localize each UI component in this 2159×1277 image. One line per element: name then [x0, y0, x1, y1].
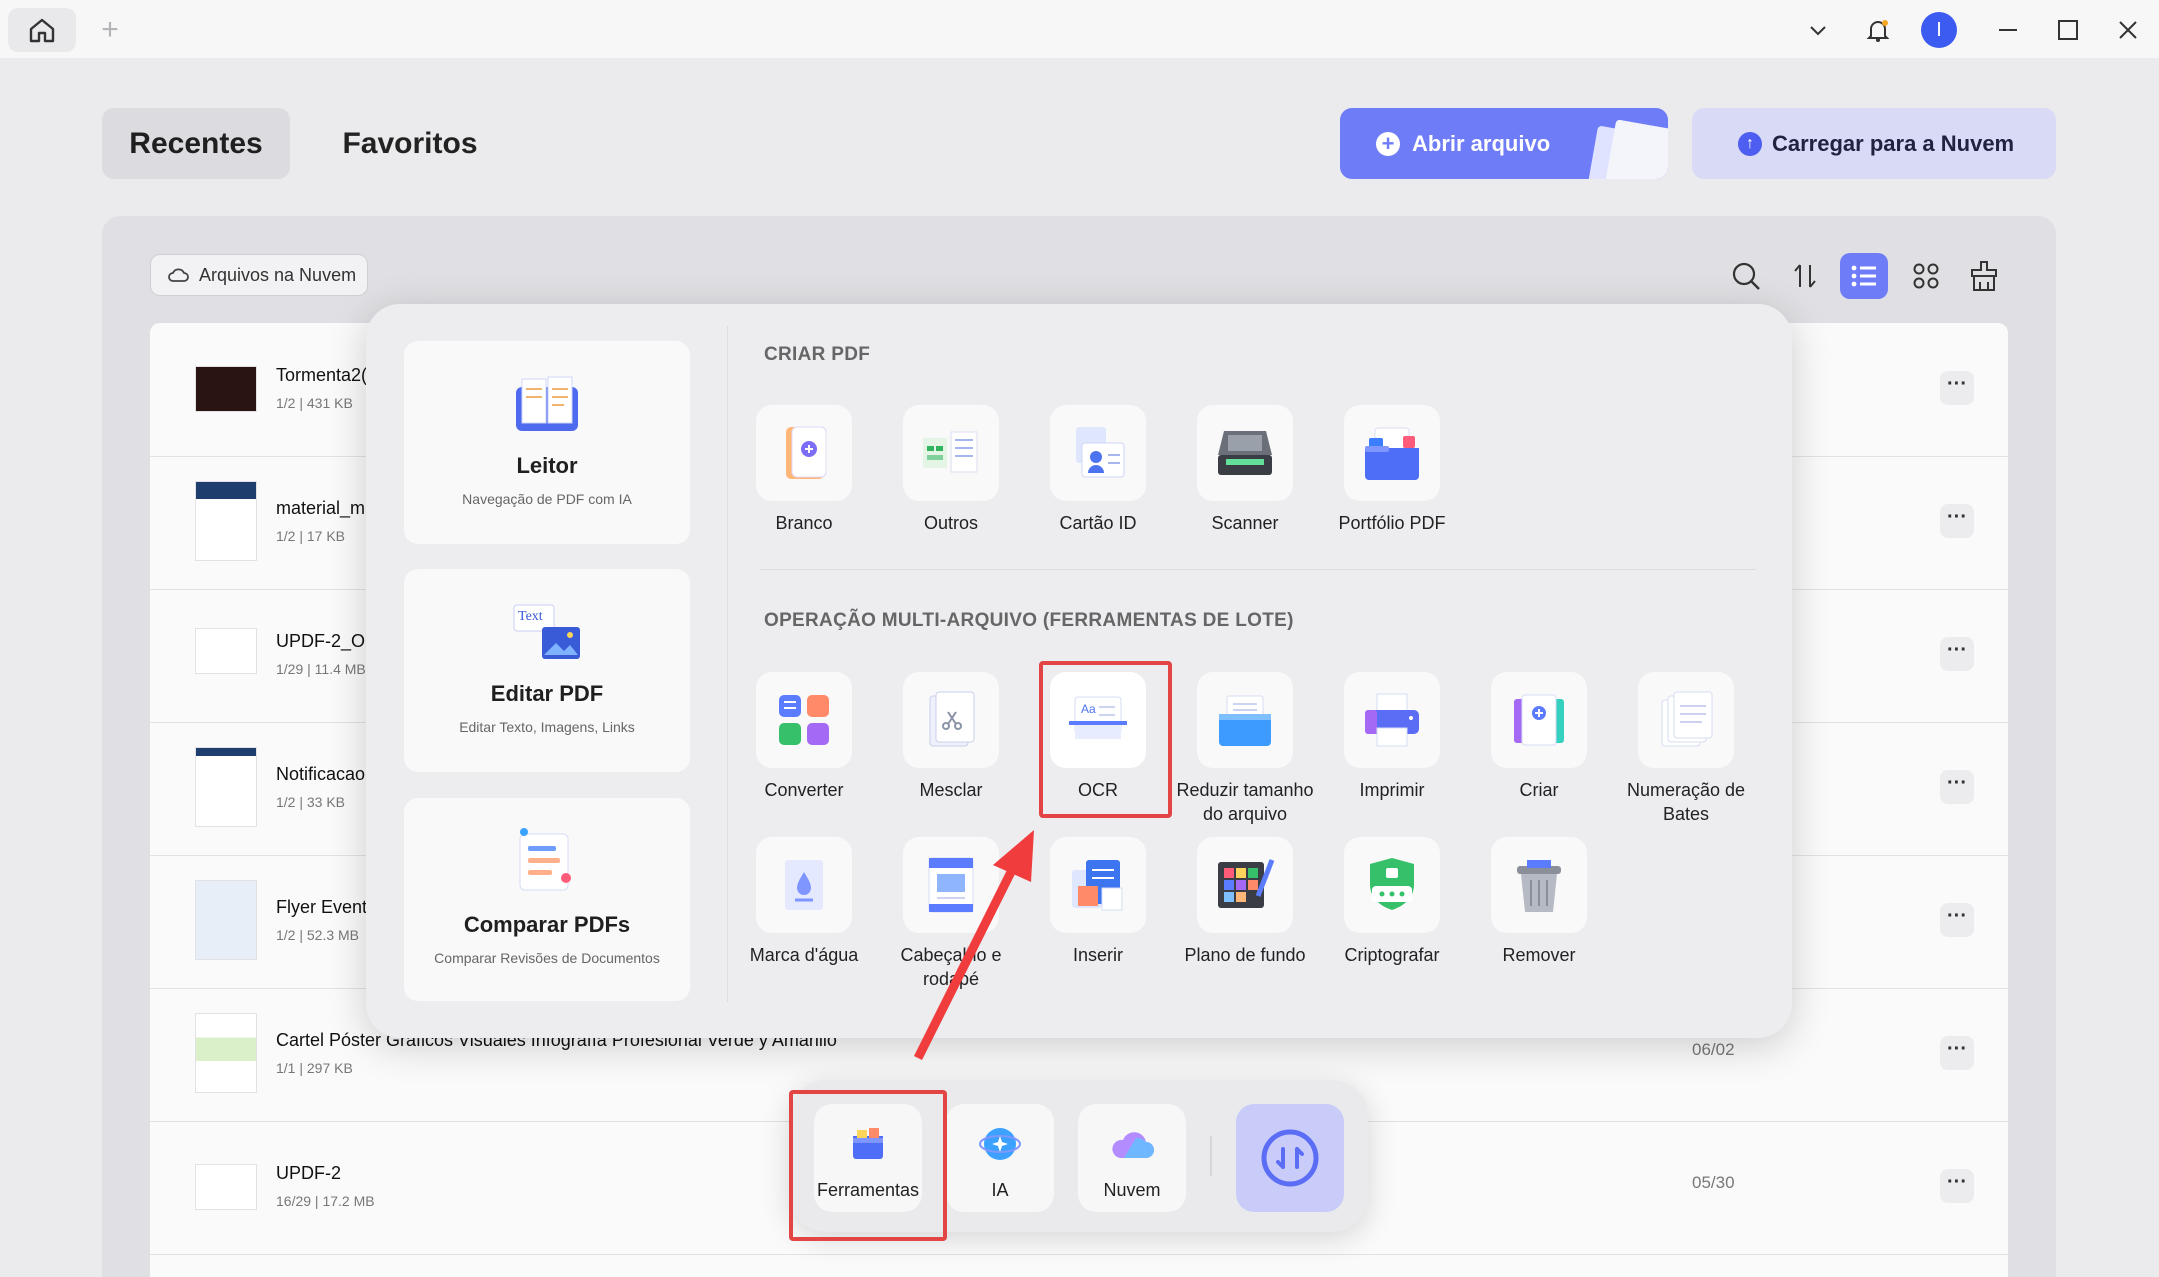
- tools-highlight-box: [789, 1090, 947, 1241]
- swap-icon: [1261, 1129, 1319, 1187]
- dock-switch-button[interactable]: [1236, 1104, 1344, 1212]
- dock-separator: [1210, 1136, 1212, 1176]
- annotation-arrow-shaft: [913, 867, 1017, 1061]
- ai-icon: [979, 1128, 1021, 1160]
- cloud-icon: [1112, 1132, 1154, 1158]
- dock-cloud-button[interactable]: Nuvem: [1078, 1104, 1186, 1212]
- dock-ai-button[interactable]: IA: [946, 1104, 1054, 1212]
